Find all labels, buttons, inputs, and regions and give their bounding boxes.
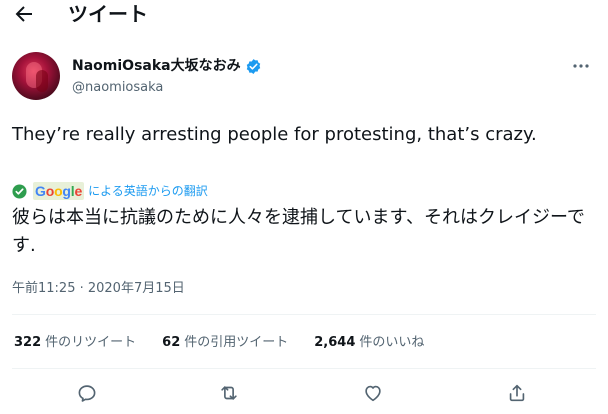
retweet-icon xyxy=(221,386,237,400)
likes-label: 件のいいね xyxy=(359,335,425,350)
likes-count: 2,644 xyxy=(314,335,356,350)
author-info: NaomiOsaka大坂なおみ @naomiosaka xyxy=(72,56,262,98)
tweet-timestamp[interactable]: 午前11:25 · 2020年7月15日 xyxy=(12,280,185,298)
quotes-count: 62 xyxy=(162,335,181,350)
arrow-left-icon xyxy=(15,6,32,22)
retweets-label: 件のリツイート xyxy=(45,335,137,350)
translated-text: 彼らは本当に抗議のために人々を逮捕しています、それはクレイジーです. xyxy=(12,207,585,256)
retweets-stat[interactable]: 322 件のリツイート xyxy=(14,334,136,352)
display-name[interactable]: NaomiOsaka大坂なおみ xyxy=(72,56,241,76)
more-dots-icon xyxy=(573,64,589,68)
user-handle[interactable]: @naomiosaka xyxy=(72,78,262,98)
retweet-button[interactable] xyxy=(218,382,240,404)
quotes-label: 件の引用ツイート xyxy=(184,335,289,350)
more-options-button[interactable] xyxy=(570,58,592,72)
divider xyxy=(12,368,596,369)
like-icon xyxy=(365,385,381,402)
translation-attribution: Google による英語からの翻訳 xyxy=(12,182,208,200)
divider xyxy=(12,314,596,315)
reply-icon xyxy=(78,385,96,402)
avatar[interactable] xyxy=(12,52,60,100)
like-button[interactable] xyxy=(362,382,384,404)
google-logo: Google xyxy=(33,182,85,200)
tweet-text: They’re really arresting people for prot… xyxy=(12,124,537,145)
engagement-stats: 322 件のリツイート 62 件の引用ツイート 2,644 件のいいね xyxy=(14,334,424,352)
verified-badge-icon xyxy=(246,58,260,74)
quote-tweets-stat[interactable]: 62 件の引用ツイート xyxy=(162,334,288,352)
reply-button[interactable] xyxy=(76,382,98,404)
share-icon xyxy=(509,384,525,402)
page-title: ツイート xyxy=(68,2,148,26)
share-button[interactable] xyxy=(506,382,528,404)
top-bar: ツイート xyxy=(0,0,608,30)
translation-label[interactable]: による英語からの翻訳 xyxy=(88,182,208,200)
check-circle-icon xyxy=(12,183,27,199)
back-button[interactable] xyxy=(12,2,36,26)
retweets-count: 322 xyxy=(14,335,42,350)
likes-stat[interactable]: 2,644 件のいいね xyxy=(314,334,424,352)
